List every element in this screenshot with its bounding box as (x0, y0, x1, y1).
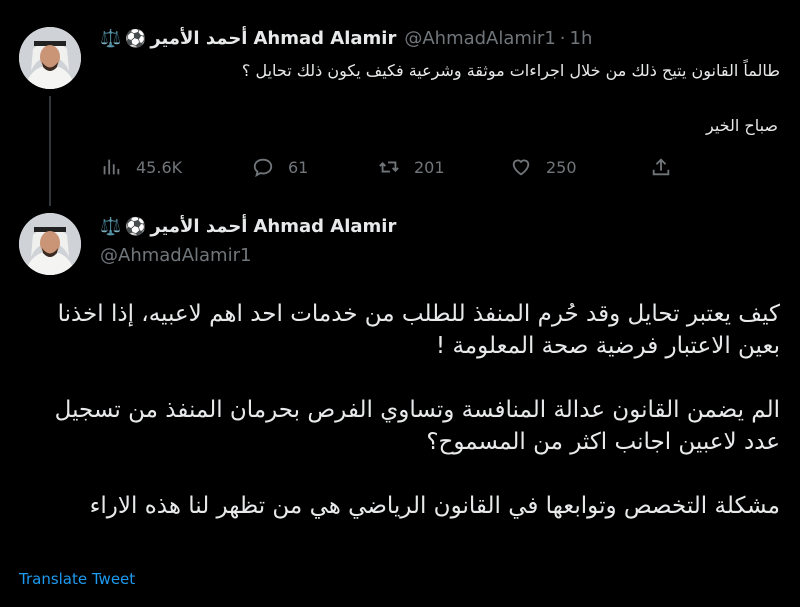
scale-emoji: ⚖️ (100, 216, 122, 237)
heart-icon (512, 159, 530, 176)
retweet-count: 201 (414, 157, 445, 177)
display-name[interactable]: Ahmad Alamir (253, 28, 396, 49)
retweet-button[interactable]: 201 (378, 156, 445, 178)
retweet-icon (379, 161, 399, 173)
separator-dot: · (559, 28, 566, 49)
tweet-text-line: صباح الخير (705, 116, 778, 135)
avatar[interactable] (19, 27, 81, 89)
reply-count: 61 (288, 157, 309, 177)
display-name-arabic[interactable]: أحمد الأمير (150, 28, 247, 49)
views-count: 45.6K (136, 157, 183, 177)
share-icon (652, 158, 670, 176)
tweet-text-line: كيف يعتبر تحايل وقد حُرم المنفذ للطلب من… (57, 301, 780, 327)
analytics-icon (103, 159, 120, 175)
tweet-text-line: بعين الاعتبار فرضية صحة المعلومة ! (435, 333, 780, 359)
tweet-timestamp[interactable]: 1h (570, 28, 593, 49)
tweet-text-line: الم يضمن القانون عدالة المنافسة وتساوي ا… (54, 397, 780, 423)
share-button[interactable] (650, 156, 686, 178)
scale-emoji: ⚖️ (100, 28, 122, 49)
tweet-text-line: مشكلة التخصص وتوابعها في القانون الرياضي… (89, 493, 780, 519)
thread-connector-line (49, 96, 51, 206)
like-button[interactable]: 250 (510, 156, 577, 178)
like-count: 250 (546, 157, 577, 177)
user-handle[interactable]: @AhmadAlamir1 (100, 245, 251, 266)
tweet-text-line: عدد لاعبين اجانب اكثر من المسموح؟ (426, 429, 780, 455)
reply-button[interactable]: 61 (252, 156, 308, 178)
views-button[interactable]: 45.6K (100, 156, 182, 178)
translate-tweet-link[interactable]: Translate Tweet (19, 570, 135, 588)
tweet-body: كيف يعتبر تحايل وقد حُرم المنفذ للطلب من… (20, 298, 780, 522)
reply-icon (253, 158, 273, 178)
soccer-ball-emoji: ⚽ (125, 216, 147, 237)
soccer-ball-emoji: ⚽ (125, 28, 147, 49)
display-name[interactable]: Ahmad Alamir (253, 216, 396, 237)
tweet-actions-bar: 45.6K 61 201 250 (100, 150, 700, 184)
display-name-arabic[interactable]: أحمد الأمير (150, 216, 247, 237)
user-handle[interactable]: @AhmadAlamir1 (404, 28, 555, 49)
avatar[interactable] (19, 213, 81, 275)
tweet-text-line: طالماً القانون يتيح ذلك من خلال اجراءات … (241, 61, 780, 80)
